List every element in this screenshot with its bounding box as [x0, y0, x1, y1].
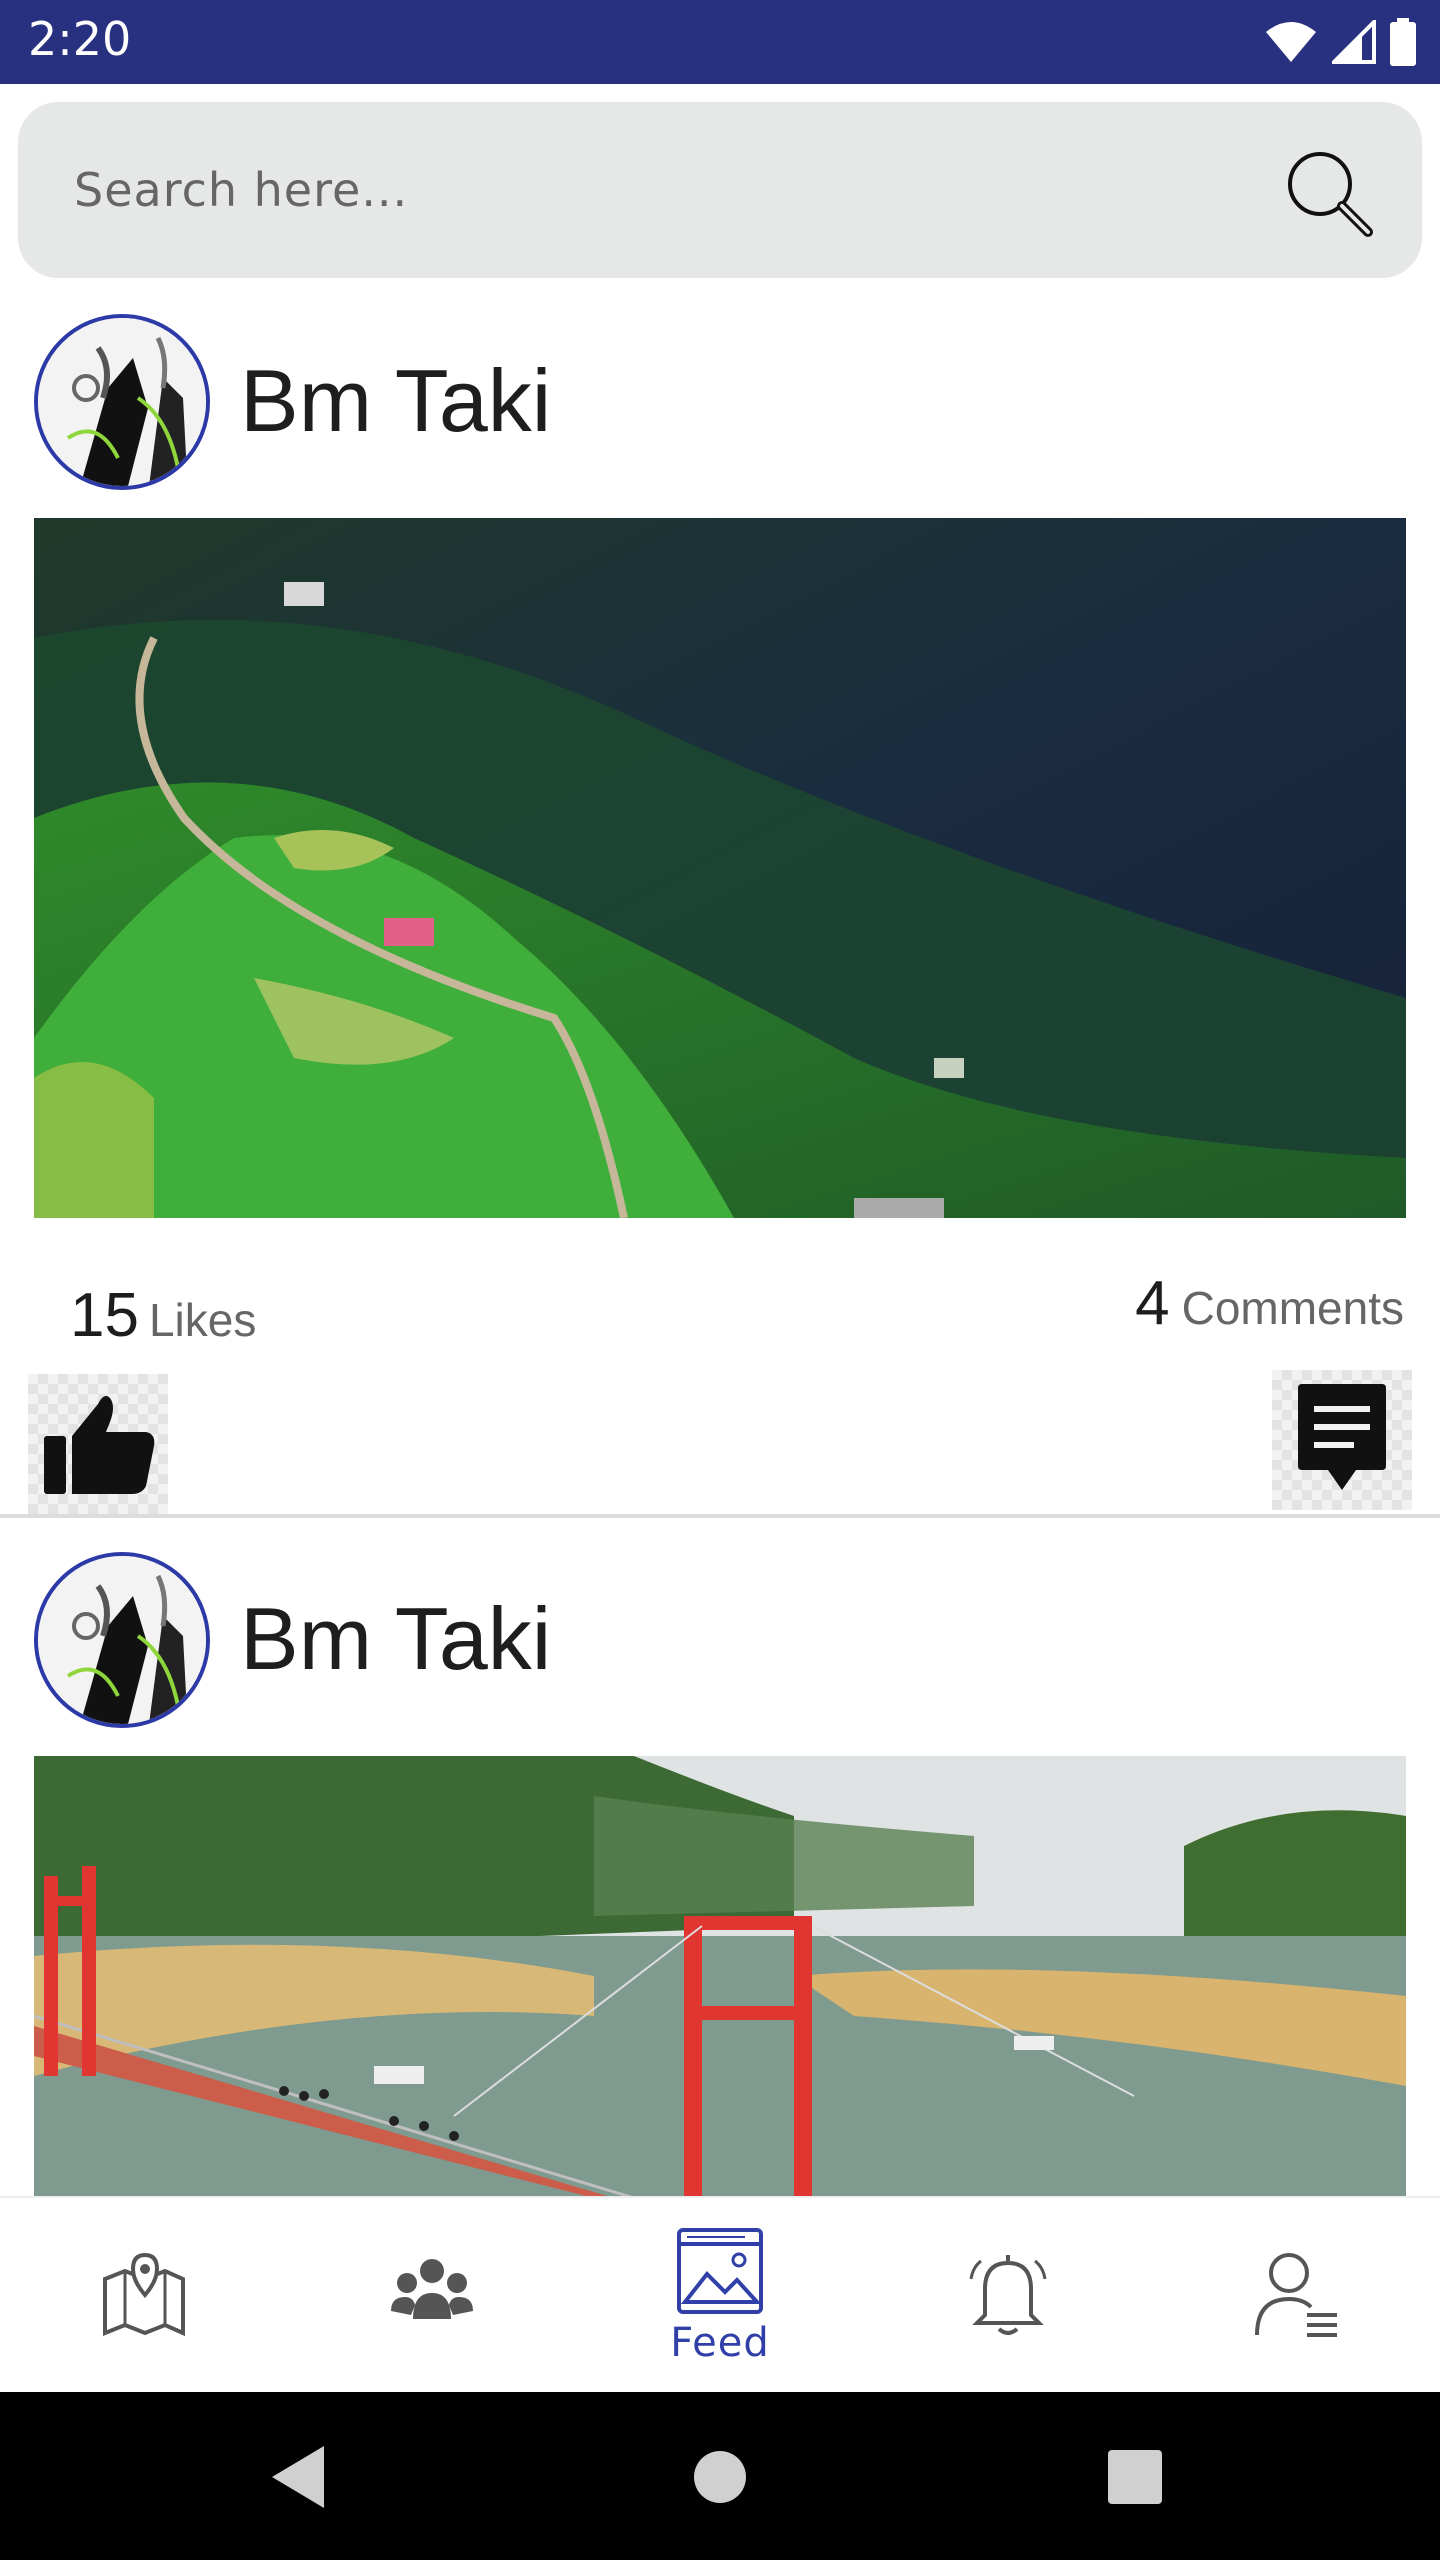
likes-label: Likes	[148, 1294, 257, 1346]
feed-post: Bm Taki	[0, 1538, 1440, 2198]
recents-icon[interactable]	[1090, 2432, 1180, 2522]
post-author[interactable]: Bm Taki	[240, 350, 551, 452]
search-icon[interactable]	[1282, 146, 1374, 238]
thumbs-up-icon	[44, 1396, 155, 1494]
comments-label: Comments	[1181, 1282, 1404, 1334]
post-image[interactable]	[34, 518, 1406, 1218]
home-icon[interactable]	[675, 2432, 765, 2522]
avatar-image	[38, 318, 206, 486]
comments-number: 4	[1135, 1269, 1170, 1338]
status-time: 2:20	[28, 12, 132, 66]
bottom-nav: Feed	[0, 2196, 1440, 2392]
comment-button[interactable]	[1272, 1370, 1412, 1510]
comment-icon	[1298, 1384, 1386, 1490]
like-button[interactable]	[28, 1374, 168, 1514]
profile-icon	[1255, 2253, 1337, 2337]
avatar[interactable]	[34, 1552, 210, 1728]
post-image[interactable]	[34, 1756, 1406, 2198]
post-author[interactable]: Bm Taki	[240, 1588, 551, 1690]
group-icon	[391, 2259, 473, 2319]
feed-post: Bm Taki	[0, 300, 1440, 1518]
comments-count: 4 Comments	[1135, 1268, 1404, 1339]
wifi-icon	[1266, 22, 1316, 62]
search-bar	[18, 102, 1422, 278]
nav-notifications[interactable]	[864, 2198, 1152, 2394]
nav-groups[interactable]	[288, 2198, 576, 2394]
avatar[interactable]	[34, 314, 210, 490]
likes-number: 15	[70, 1281, 139, 1350]
feed-icon	[677, 2228, 763, 2314]
avatar-image	[38, 1556, 206, 1724]
map-icon	[103, 2252, 185, 2337]
status-bar: 2:20	[0, 0, 1440, 84]
nav-map[interactable]	[0, 2198, 288, 2394]
battery-icon	[1390, 18, 1416, 66]
likes-count: 15 Likes	[70, 1280, 256, 1351]
search-input[interactable]	[74, 150, 1224, 230]
nav-feed[interactable]: Feed	[576, 2198, 864, 2394]
nav-feed-label: Feed	[670, 2320, 770, 2366]
signal-icon	[1332, 20, 1376, 64]
bell-icon	[969, 2255, 1047, 2335]
system-nav-bar	[0, 2392, 1440, 2560]
status-icons	[1264, 14, 1416, 70]
nav-profile[interactable]	[1152, 2198, 1440, 2394]
back-icon[interactable]	[256, 2432, 346, 2522]
